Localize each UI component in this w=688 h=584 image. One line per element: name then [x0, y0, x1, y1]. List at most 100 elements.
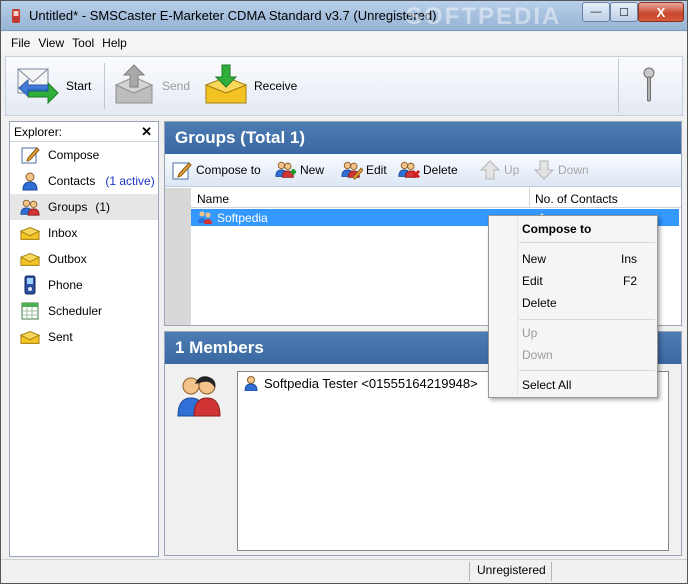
pin-icon[interactable] — [642, 67, 656, 103]
main-toolbar: Start Send Receive — [5, 56, 683, 116]
receive-label: Receive — [254, 79, 298, 93]
explorer-item-outbox[interactable]: Outbox — [10, 246, 158, 272]
explorer-item-scheduler[interactable]: Scheduler — [10, 298, 158, 324]
move-up-button[interactable]: Up — [479, 159, 519, 181]
title-bar[interactable]: Untitled* - SMSCaster E-Marketer CDMA St… — [1, 1, 687, 31]
explorer-item-sent[interactable]: Sent — [10, 324, 158, 350]
start-icon — [17, 68, 59, 105]
menu-separator — [519, 370, 655, 371]
explorer-item-compose[interactable]: Compose — [10, 142, 158, 168]
explorer-label: Contacts — [48, 174, 96, 188]
minimize-button[interactable]: — — [582, 2, 610, 22]
explorer-label: Inbox — [48, 226, 78, 240]
start-button[interactable]: Start — [14, 61, 91, 111]
explorer-label: Outbox — [48, 252, 87, 266]
delete-label: Delete — [423, 163, 458, 177]
member-label: Softpedia Tester <01555164219948> — [264, 375, 478, 391]
close-icon: X — [656, 4, 666, 20]
ctx-new[interactable]: New — [522, 252, 546, 266]
ctx-up[interactable]: Up — [522, 326, 537, 340]
grid-row-header-column — [165, 188, 191, 325]
toolbar-separator — [104, 63, 105, 109]
contact-icon — [244, 376, 258, 391]
maximize-button[interactable]: ☐ — [610, 2, 638, 22]
explorer-item-phone[interactable]: Phone — [10, 272, 158, 298]
group-icon — [198, 211, 212, 224]
edit-label: Edit — [366, 163, 387, 177]
move-down-button[interactable]: Down — [533, 159, 589, 181]
group-count: (1) — [95, 200, 111, 214]
compose-to-button[interactable]: Compose to — [171, 159, 261, 181]
maximize-icon: ☐ — [619, 6, 629, 19]
outbox-icon — [20, 249, 40, 269]
status-divider — [551, 562, 552, 581]
context-menu: Compose to New Ins Edit F2 Delete Up Dow… — [488, 215, 658, 398]
window-title: Untitled* - SMSCaster E-Marketer CDMA St… — [29, 8, 437, 23]
ctx-edit-shortcut: F2 — [622, 274, 637, 288]
menu-gutter — [517, 218, 518, 395]
registration-status: Unregistered — [477, 563, 546, 577]
column-divider[interactable] — [529, 188, 530, 208]
send-button[interactable]: Send — [110, 61, 190, 111]
minimize-icon: — — [590, 6, 602, 18]
members-list[interactable]: Softpedia Tester <01555164219948> — [237, 371, 669, 551]
watermark: SOFTPEDIA — [406, 3, 562, 30]
ctx-edit[interactable]: Edit — [522, 274, 543, 288]
app-icon — [12, 9, 20, 23]
start-label: Start — [66, 79, 92, 93]
new-label: New — [300, 163, 325, 177]
receive-button[interactable]: Receive — [202, 61, 297, 111]
grid-header: Name No. of Contacts — [191, 188, 681, 208]
ctx-down[interactable]: Down — [522, 348, 553, 362]
toolbar-separator — [618, 59, 619, 113]
contact-icon — [20, 171, 40, 191]
status-divider — [469, 562, 470, 581]
explorer-label: Compose — [48, 148, 100, 162]
menu-separator — [519, 242, 655, 243]
ctx-delete[interactable]: Delete — [522, 296, 557, 310]
close-icon[interactable]: ✕ — [141, 124, 152, 140]
members-group-icon — [177, 376, 221, 417]
down-label: Down — [558, 163, 589, 177]
explorer-label: Scheduler — [48, 304, 103, 318]
compose-icon — [171, 159, 193, 181]
menu-help[interactable]: Help — [98, 36, 131, 50]
send-label: Send — [162, 79, 191, 93]
column-contacts[interactable]: No. of Contacts — [535, 192, 618, 206]
ctx-select-all[interactable]: Select All — [522, 378, 571, 392]
arrow-down-icon — [533, 159, 555, 181]
ctx-new-shortcut: Ins — [620, 252, 637, 266]
delete-group-icon — [398, 159, 420, 181]
compose-to-label: Compose to — [196, 163, 261, 177]
new-group-button[interactable]: New — [275, 159, 324, 181]
close-button[interactable]: X — [638, 2, 684, 22]
groups-title: Groups (Total 1) — [165, 122, 681, 154]
explorer-label: Groups — [48, 200, 88, 214]
explorer-item-groups[interactable]: Groups (1) — [10, 194, 158, 220]
edit-group-button[interactable]: Edit — [341, 159, 387, 181]
explorer-label: Sent — [48, 330, 73, 344]
edit-group-icon — [341, 159, 363, 181]
menu-view[interactable]: View — [34, 36, 68, 50]
column-name[interactable]: Name — [197, 192, 229, 206]
add-group-icon — [275, 159, 297, 181]
menu-tool[interactable]: Tool — [68, 36, 98, 50]
status-bar: Unregistered — [1, 559, 687, 583]
explorer-item-inbox[interactable]: Inbox — [10, 220, 158, 246]
explorer-header: Explorer: ✕ — [10, 122, 158, 142]
menu-file[interactable]: File — [7, 36, 34, 50]
explorer-item-contacts[interactable]: Contacts (1 active) — [10, 168, 158, 194]
delete-group-button[interactable]: Delete — [398, 159, 458, 181]
ctx-compose-to[interactable]: Compose to — [522, 222, 591, 236]
phone-icon — [20, 275, 40, 295]
inbox-icon — [20, 223, 40, 243]
compose-icon — [20, 145, 40, 165]
up-label: Up — [504, 163, 520, 177]
explorer-title: Explorer: — [14, 124, 63, 139]
calendar-icon — [20, 301, 40, 321]
group-icon — [20, 197, 40, 217]
list-item[interactable]: Softpedia Tester <01555164219948> — [244, 375, 478, 391]
arrow-up-icon — [479, 159, 501, 181]
explorer-label: Phone — [48, 278, 83, 292]
menu-separator — [519, 319, 655, 320]
